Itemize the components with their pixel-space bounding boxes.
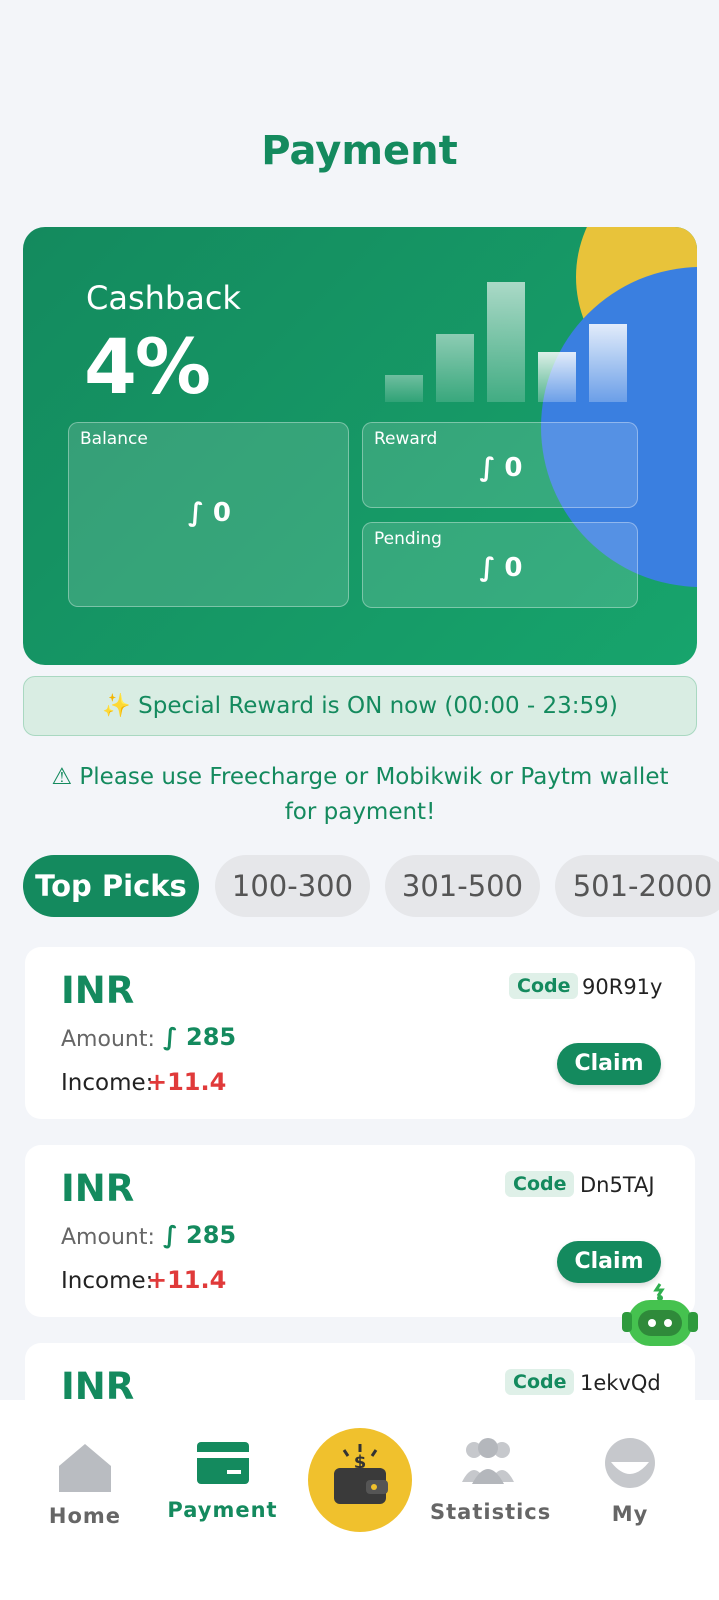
amount-value: ∫ 285	[163, 1023, 237, 1051]
balance-value: ∫ 0	[188, 498, 231, 528]
balance-label: Balance	[80, 429, 148, 449]
code-badge: Code	[509, 973, 579, 999]
pending-value: ∫ 0	[479, 553, 523, 583]
order-code: 1ekvQd	[580, 1371, 661, 1395]
order-code: Dn5TAJ	[580, 1173, 655, 1197]
nav-payment-label: Payment	[167, 1498, 278, 1522]
claim-button[interactable]: Claim	[557, 1043, 661, 1085]
page-title: Payment	[261, 128, 458, 174]
card-icon	[196, 1442, 249, 1484]
currency-label: INR	[61, 969, 135, 1012]
income-value: +11.4	[147, 1068, 227, 1096]
users-icon	[461, 1438, 514, 1484]
reward-box: Reward ∫ 0	[362, 422, 638, 508]
cashback-label: Cashback	[86, 279, 241, 317]
claim-button[interactable]: Claim	[557, 1241, 661, 1283]
tab-501-2000[interactable]: 501-2000	[555, 855, 719, 917]
nav-my-label: My	[611, 1502, 649, 1526]
cashback-value: 4%	[84, 322, 211, 411]
wallet-icon: $	[334, 1444, 388, 1504]
nav-home[interactable]: Home	[40, 1440, 130, 1528]
home-icon	[59, 1444, 111, 1492]
payment-warning: ⚠ Please use Freecharge or Mobikwik or P…	[51, 764, 669, 825]
pending-box: Pending ∫ 0	[362, 522, 638, 608]
bottom-nav: Home Payment $ Statistics My	[0, 1400, 719, 1600]
nav-payment[interactable]: Payment	[165, 1440, 280, 1522]
nav-home-label: Home	[48, 1504, 122, 1528]
transaction-card: INR Code Dn5TAJ Amount: ∫ 285 Income: +1…	[25, 1145, 695, 1317]
order-code: 90R91y	[582, 975, 663, 999]
amount-value: ∫ 285	[163, 1221, 237, 1249]
bar-graph-icon	[385, 227, 645, 402]
reward-label: Reward	[374, 429, 438, 449]
income-label: Income:	[61, 1268, 154, 1294]
code-badge: Code	[505, 1369, 575, 1395]
amount-label: Amount:	[61, 1027, 155, 1052]
balance-box: Balance ∫ 0	[68, 422, 349, 607]
pending-label: Pending	[374, 529, 442, 549]
currency-label: INR	[61, 1167, 135, 1210]
tab-top-picks[interactable]: Top Picks	[23, 855, 199, 917]
cashback-card: Cashback 4% Balance ∫ 0 Reward ∫ 0 Pendi…	[23, 227, 697, 665]
income-value: +11.4	[147, 1266, 227, 1294]
profile-icon	[605, 1438, 655, 1488]
tab-100-300[interactable]: 100-300	[215, 855, 370, 917]
wallet-center-button[interactable]: $	[308, 1428, 412, 1532]
code-badge: Code	[505, 1171, 575, 1197]
transaction-card: INR Code 90R91y Amount: ∫ 285 Income: +1…	[25, 947, 695, 1119]
robot-assistant-icon[interactable]	[620, 1282, 700, 1352]
nav-statistics-label: Statistics	[430, 1500, 552, 1524]
nav-my[interactable]: My	[590, 1436, 670, 1526]
special-reward-banner: ✨ Special Reward is ON now (00:00 - 23:5…	[23, 676, 697, 736]
nav-statistics[interactable]: Statistics	[430, 1436, 552, 1524]
tab-301-500[interactable]: 301-500	[385, 855, 540, 917]
amount-label: Amount:	[61, 1225, 155, 1250]
amount-filter-tabs: Top Picks 100-300 301-500 501-2000	[23, 855, 719, 917]
income-label: Income:	[61, 1070, 154, 1096]
reward-value: ∫ 0	[479, 453, 523, 483]
